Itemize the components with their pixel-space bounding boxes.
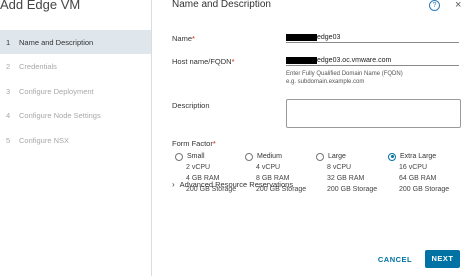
- step-name-and-description[interactable]: 1 Name and Description: [0, 30, 151, 54]
- description-textarea[interactable]: [286, 99, 461, 128]
- step-number: 3: [6, 86, 11, 96]
- step-configure-deployment[interactable]: 3 Configure Deployment: [0, 79, 151, 103]
- step-credentials[interactable]: 2 Credentials: [0, 55, 151, 79]
- step-label: Name and Description: [19, 37, 94, 47]
- hostname-field[interactable]: edge03.oc.vmware.com: [286, 53, 459, 66]
- step-configure-nsx[interactable]: 5 Configure NSX: [0, 128, 151, 152]
- radio-icon: [245, 152, 253, 161]
- radio-icon: [316, 152, 324, 161]
- hostname-value: edge03.oc.vmware.com: [317, 57, 392, 64]
- name-value: edge03: [317, 34, 341, 41]
- description-label: Description: [172, 101, 210, 110]
- radio-icon: [175, 152, 183, 161]
- hostname-hint: Enter Fully Qualified Domain Name (FQDN): [286, 71, 403, 77]
- step-number: 2: [6, 62, 11, 71]
- chevron-right-icon: ›: [172, 180, 175, 189]
- advanced-label: Advanced Resource Reservations: [179, 180, 294, 189]
- required-mark: *: [212, 139, 216, 148]
- name-label: Name*: [172, 34, 195, 43]
- spec-cpu: 16 vCPU: [399, 164, 428, 171]
- redacted-text: [286, 34, 317, 41]
- hostname-example: e.g. subdomain.example.com: [286, 79, 365, 85]
- radio-large[interactable]: Large: [316, 151, 377, 162]
- close-icon[interactable]: ×: [455, 0, 461, 11]
- spec-cpu: 4 vCPU: [256, 164, 281, 171]
- radio-medium[interactable]: Medium: [245, 151, 306, 162]
- spec-storage: 200 GB Storage: [327, 186, 378, 193]
- hostname-label: Host name/FQDN*: [172, 57, 235, 66]
- form-factor-large: Large 8 vCPU 32 GB RAM 200 GB Storage: [316, 151, 377, 195]
- required-mark: *: [231, 57, 235, 66]
- cancel-button[interactable]: CANCEL: [373, 251, 417, 269]
- sidebar-divider: [151, 0, 152, 276]
- step-number: 4: [6, 111, 11, 120]
- next-button[interactable]: NEXT: [425, 250, 460, 268]
- help-icon[interactable]: ?: [429, 0, 440, 11]
- redacted-text: [286, 57, 317, 64]
- radio-extra-large[interactable]: Extra Large: [388, 151, 449, 162]
- spec-ram: 64 GB RAM: [399, 175, 437, 182]
- wizard-sidebar: Add Edge VM 1 Name and Description 2 Cre…: [0, 0, 151, 276]
- step-label: Configure Node Settings: [19, 111, 101, 120]
- page-title: Name and Description: [172, 0, 271, 10]
- step-number: 5: [6, 135, 11, 145]
- spec-storage: 200 GB Storage: [399, 186, 450, 193]
- advanced-resource-reservations-toggle[interactable]: › Advanced Resource Reservations: [172, 180, 293, 189]
- form-factor-extra-large: Extra Large 16 vCPU 64 GB RAM 200 GB Sto…: [388, 151, 449, 195]
- name-field[interactable]: edge03: [286, 30, 459, 43]
- form-factor-label: Form Factor*: [172, 139, 216, 148]
- wizard-title: Add Edge VM: [0, 0, 81, 12]
- step-label: Configure NSX: [19, 135, 70, 145]
- step-number: 1: [6, 37, 11, 47]
- spec-cpu: 2 vCPU: [186, 164, 211, 171]
- radio-selected-icon: [388, 152, 396, 161]
- step-configure-node-settings[interactable]: 4 Configure Node Settings: [0, 104, 151, 128]
- spec-ram: 32 GB RAM: [327, 175, 365, 182]
- radio-small[interactable]: Small: [175, 151, 236, 162]
- step-label: Configure Deployment: [19, 86, 94, 96]
- step-label: Credentials: [19, 62, 57, 71]
- wizard-steps: 1 Name and Description 2 Credentials 3 C…: [0, 30, 151, 153]
- spec-cpu: 8 vCPU: [327, 164, 352, 171]
- required-mark: *: [192, 34, 195, 43]
